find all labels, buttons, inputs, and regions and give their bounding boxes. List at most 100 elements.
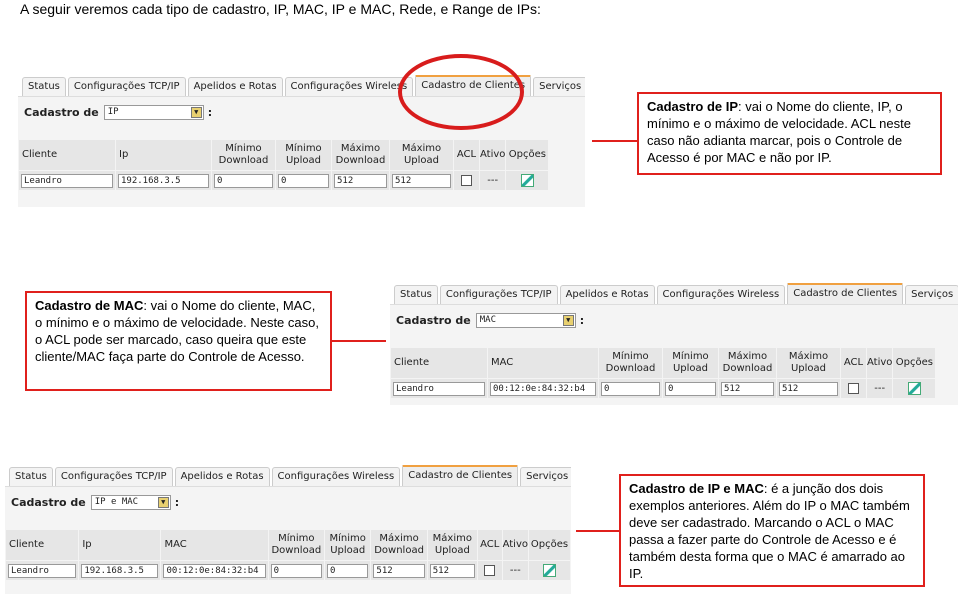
table-cell: 512 (390, 171, 453, 190)
field-ip[interactable]: 192.168.3.5 (81, 563, 159, 578)
tab-servi-os[interactable]: Serviços (905, 285, 958, 304)
column-header: Mínimo Download (212, 140, 275, 170)
edit-icon[interactable] (543, 564, 556, 577)
tab-bar: Status Configurações TCP/IP Apelidos e Rot… (5, 465, 571, 487)
tab-configura-es-tcp-ip[interactable]: Configurações TCP/IP (439, 285, 558, 304)
column-header: Cliente (6, 530, 79, 560)
field-m-nimo-download[interactable]: 0 (601, 381, 660, 396)
cadastro-select-value: IP (107, 107, 119, 117)
field-m-nimo-upload[interactable]: 0 (327, 563, 369, 578)
callout-text: : é a junção dos dois exemplos anteriore… (629, 481, 910, 581)
cadastro-select[interactable]: IP ▼ (103, 104, 204, 120)
ativo-cell: --- (867, 379, 893, 398)
table-cell: 0 (599, 379, 662, 398)
ativo-cell: --- (480, 171, 506, 190)
table-header-row: Cliente Ip MAC Mínimo Download Mínimo Upload… (6, 530, 570, 560)
field-cliente[interactable]: Leandro (393, 381, 485, 396)
cadastro-select-value: IP e MAC (94, 497, 139, 507)
cadastro-row: Cadastro de MAC ▼: (390, 305, 958, 335)
column-header: Ativo (867, 348, 893, 378)
table-header-row: Cliente MAC Mínimo Download Mínimo Upload Má… (391, 348, 936, 378)
field-m-ximo-upload[interactable]: 512 (779, 381, 838, 396)
tab-configura-es-wireless[interactable]: Configurações Wireless (271, 467, 401, 486)
table-cell: 0 (276, 171, 331, 190)
field-m-ximo-download[interactable]: 512 (721, 381, 774, 396)
column-header: Máximo Upload (777, 348, 840, 378)
cadastro-select-value: MAC (479, 315, 497, 325)
table-cell: 0 (268, 561, 325, 580)
clients-table: Cliente Ip MAC Mínimo Download Mínimo Upload… (5, 529, 571, 581)
cadastro-row: Cadastro de IP e MAC ▼: (5, 487, 571, 517)
column-header: Ativo (502, 530, 528, 560)
field-m-nimo-upload[interactable]: 0 (665, 381, 716, 396)
ativo-cell: --- (502, 561, 528, 580)
column-header: Ip (116, 140, 211, 170)
tab-configura-es-tcp-ip[interactable]: Configurações TCP/IP (54, 467, 173, 486)
clients-table: Cliente MAC Mínimo Download Mínimo Upload Má… (390, 347, 936, 399)
chevron-down-icon[interactable]: ▼ (157, 496, 169, 508)
table-cell: 192.168.3.5 (116, 171, 211, 190)
cadastro-select[interactable]: IP e MAC ▼ (90, 494, 171, 510)
callout-title: Cadastro de IP (647, 99, 739, 114)
field-cliente[interactable]: Leandro (21, 173, 113, 188)
column-header: Máximo Download (719, 348, 776, 378)
connector-line (592, 140, 637, 142)
table-cell (841, 379, 866, 398)
field-mac[interactable]: 00:12:0e:84:32:b4 (490, 381, 596, 396)
table-cell: Leandro (6, 561, 79, 580)
tab-bar: Status Configurações TCP/IP Apelidos e Rot… (390, 283, 958, 305)
chevron-down-icon[interactable]: ▼ (190, 106, 202, 118)
tab-status[interactable]: Status (394, 285, 438, 304)
tab-servi-os[interactable]: Serviços (520, 467, 571, 486)
connector-line (331, 340, 386, 342)
tab-configura-es-wireless[interactable]: Configurações Wireless (656, 285, 786, 304)
field-m-ximo-download[interactable]: 512 (373, 563, 425, 578)
column-header: Mínimo Upload (276, 140, 331, 170)
tab-cadastro-de-clientes[interactable]: Cadastro de Clientes (787, 283, 904, 304)
field-m-ximo-upload[interactable]: 512 (392, 173, 451, 188)
column-header: Máximo Download (371, 530, 427, 560)
column-header: ACL (454, 140, 479, 170)
edit-icon[interactable] (907, 382, 921, 395)
acl-checkbox[interactable] (484, 565, 496, 576)
tab-cadastro-de-clientes[interactable]: Cadastro de Clientes (402, 465, 519, 486)
tab-configura-es-tcp-ip[interactable]: Configurações TCP/IP (67, 77, 186, 96)
acl-checkbox[interactable] (848, 383, 859, 394)
tab-status[interactable]: Status (22, 77, 66, 96)
field-m-ximo-upload[interactable]: 512 (429, 563, 475, 578)
tab-servi-os[interactable]: Serviços (533, 77, 585, 96)
field-cliente[interactable]: Leandro (8, 563, 77, 578)
field-m-nimo-upload[interactable]: 0 (278, 173, 329, 188)
table-cell: Leandro (391, 379, 487, 398)
colon: : (174, 495, 180, 509)
column-header: Ip (79, 530, 161, 560)
column-header: MAC (488, 348, 598, 378)
panel-cadastro-mac: Status Configurações TCP/IP Apelidos e Rot… (390, 283, 958, 405)
field-m-ximo-download[interactable]: 512 (334, 173, 387, 188)
tab-apelidos-e-rotas[interactable]: Apelidos e Rotas (559, 285, 655, 304)
tab-status[interactable]: Status (9, 467, 53, 486)
table-row: Leandro 192.168.3.5 00:12:0e:84:32:b4 0 0 512… (6, 561, 570, 580)
field-m-nimo-download[interactable]: 0 (270, 563, 323, 578)
column-header: Opções (893, 348, 936, 378)
chevron-down-icon[interactable]: ▼ (562, 314, 574, 326)
colon: : (207, 105, 213, 119)
callout-title: Cadastro de MAC (35, 298, 144, 313)
edit-icon[interactable] (520, 174, 534, 187)
field-ip[interactable]: 192.168.3.5 (118, 173, 209, 188)
table-cell: 512 (777, 379, 840, 398)
cadastro-label: Cadastro de (24, 105, 99, 119)
table-cell (506, 171, 549, 190)
field-mac[interactable]: 00:12:0e:84:32:b4 (163, 563, 266, 578)
acl-checkbox[interactable] (461, 175, 472, 186)
column-header: Máximo Upload (427, 530, 477, 560)
column-header: ACL (477, 530, 502, 560)
table-cell (529, 561, 570, 580)
tab-apelidos-e-rotas[interactable]: Apelidos e Rotas (187, 77, 283, 96)
highlight-ellipse (398, 54, 524, 130)
field-m-nimo-download[interactable]: 0 (214, 173, 273, 188)
tab-configura-es-wireless[interactable]: Configurações Wireless (284, 77, 414, 96)
cadastro-select[interactable]: MAC ▼ (475, 312, 576, 328)
column-header: Mínimo Download (599, 348, 662, 378)
tab-apelidos-e-rotas[interactable]: Apelidos e Rotas (174, 467, 270, 486)
